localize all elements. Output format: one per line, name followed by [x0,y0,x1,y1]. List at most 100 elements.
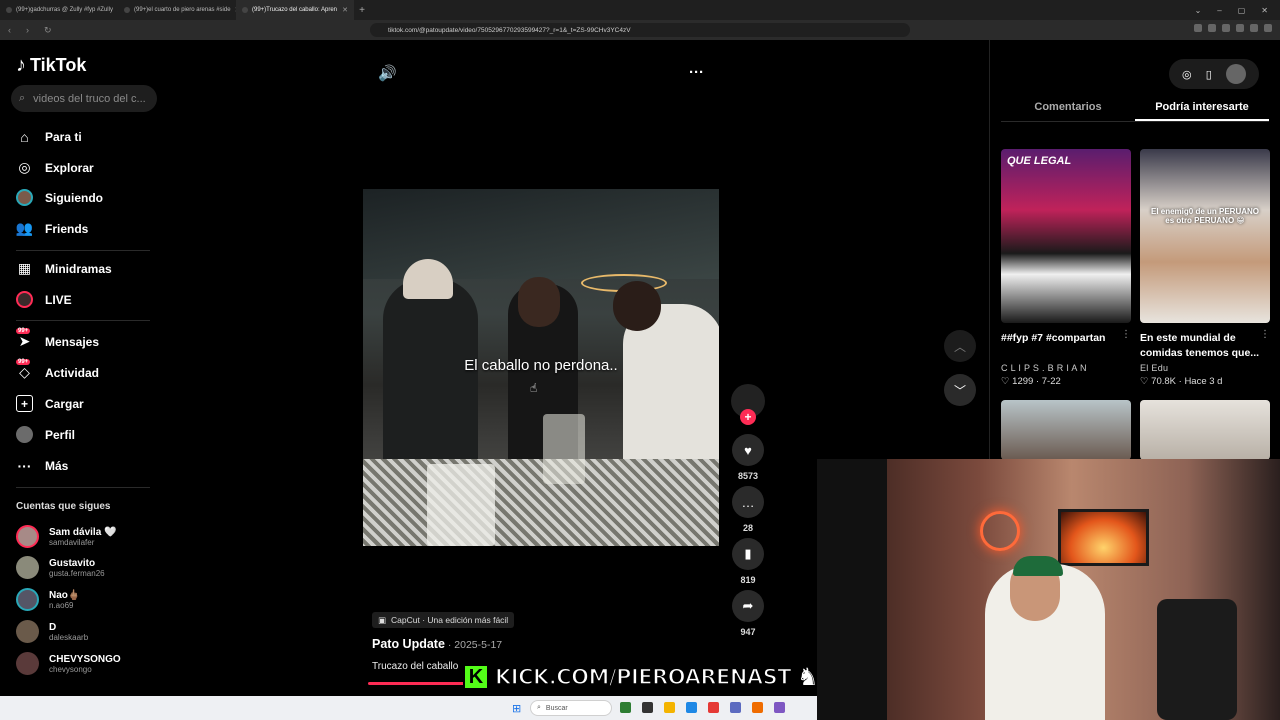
sidebar-item-actividad[interactable]: ◇ 99+ Actividad [16,359,99,381]
extension-icon[interactable] [1250,24,1258,32]
sidebar-item-para-ti[interactable]: ⌂ Para ti [16,128,81,145]
kick-logo: K [463,664,489,690]
taskbar-apps [620,702,785,713]
card-more-icon[interactable]: ⋮ [1121,329,1131,340]
taskbar-search[interactable]: ⌕ Buscar [530,700,612,716]
close-tab-icon[interactable]: ✕ [342,6,348,14]
activity-icon: ◇ 99+ [16,359,31,380]
extension-icon[interactable] [1236,24,1244,32]
comment-icon: … [741,494,755,510]
tab-label: (99+)gadchurras @ Zully #fyp #Zully [16,7,113,13]
recommended-video-card[interactable] [1140,400,1270,460]
minimize-button[interactable]: – [1217,6,1221,15]
tab-search-button[interactable]: ⌄ [1195,6,1202,15]
maximize-button[interactable]: ▢ [1238,6,1246,15]
folder-icon[interactable] [664,702,675,713]
volume-icon[interactable]: 🔊 [378,64,397,82]
following-account[interactable]: Gustavito gusta.ferman26 [16,556,105,579]
author-avatar[interactable]: + [731,384,765,425]
more-options-icon[interactable]: ··· [689,64,704,81]
next-video-button[interactable]: ﹀ [944,374,976,406]
new-tab-button[interactable]: + [354,5,370,16]
capcut-link[interactable]: ▣ CapCut · Una edición más fácil [372,612,515,628]
sidebar-item-siguiendo[interactable]: Siguiendo [16,189,103,206]
app-icon[interactable] [686,702,697,713]
tiktok-logo[interactable]: ♪ TikTok [16,54,86,77]
search-input[interactable]: ⌕ videos del truco del c... [11,85,157,112]
sidebar-item-live[interactable]: LIVE [16,291,72,308]
panel-actions: ◎ ▯ [1169,59,1259,89]
recommended-video-card[interactable] [1001,400,1131,460]
video-author[interactable]: Pato Update · 2025-5-17 [372,637,502,651]
extension-icon[interactable] [1222,24,1230,32]
avatar[interactable] [1225,64,1246,84]
follow-plus-icon[interactable]: + [740,409,756,425]
windows-start-icon[interactable]: ⊞ [512,702,521,715]
tab-podria-interesarte[interactable]: Podría interesarte [1135,101,1269,121]
sidebar-item-minidramas[interactable]: ▦ Minidramas [16,260,112,277]
bookmark-button[interactable]: ▮ [732,538,764,570]
following-section-title: Cuentas que sigues [16,501,111,512]
panel-tabs: Comentarios Podría interesarte [1001,101,1269,122]
video-frame-person [613,281,661,331]
like-button[interactable]: ♥ [732,434,764,466]
browser-tab-bar: (99+)gadchurras @ Zully #fyp #Zully✕ (99… [0,0,1280,20]
app-icon[interactable] [620,702,631,713]
share-icon: ➦ [742,598,754,613]
share-button[interactable]: ➦ [732,590,764,622]
browser-tab[interactable]: (99+)gadchurras @ Zully #fyp #Zully✕ [0,0,118,20]
heart-icon: ♥ [744,442,752,458]
card-more-icon[interactable]: ⋮ [1260,329,1270,340]
following-account[interactable]: CHEVYSONGO chevysongo [16,652,121,675]
following-account[interactable]: Sam dávila 🤍 samdavilafer [16,525,116,548]
live-icon [16,291,33,308]
video-caption: El caballo no perdona.. [464,357,618,374]
extension-icon[interactable] [1194,24,1202,32]
sidebar-item-explorar[interactable]: ◎ Explorar [16,159,93,176]
app-icon[interactable] [708,702,719,713]
back-icon[interactable]: ‹ [8,25,18,35]
friends-icon: 👥 [15,220,34,236]
tab-label: (99+)Trucazo del caballo: Apren [252,7,337,13]
phone-icon[interactable]: ▯ [1206,68,1212,81]
sidebar-divider [16,250,150,251]
video-frame-glass [543,414,585,484]
following-account[interactable]: Nao🖕🏽 n.ao69 [16,588,80,611]
following-account[interactable]: Ddaleskaarb [16,620,88,643]
close-window-button[interactable]: ✕ [1261,6,1268,15]
sidebar-item-friends[interactable]: 👥 Friends [15,220,89,237]
more-icon: ··· [17,457,32,474]
sidebar-item-cargar[interactable]: + Cargar [16,395,84,412]
tab-label: (99+)el cuarto de piero arenas #side [134,7,231,13]
recommended-video-card[interactable]: QUE LEGAL ##fyp #7 #compartan ⋮ C L I P … [1001,149,1131,387]
extension-icon[interactable] [1208,24,1216,32]
extension-icon[interactable] [1264,24,1272,32]
video-thumbnail [1140,400,1270,460]
forward-icon[interactable]: › [26,25,36,35]
messages-icon: ➤ 99+ [16,328,31,349]
sidebar-item-mas[interactable]: ··· Más [16,457,69,474]
compass-icon[interactable]: ◎ [1182,68,1192,81]
heart-outline-icon: ♡ [1001,376,1013,387]
author-name: Pato Update [372,637,445,651]
url-field[interactable]: tiktok.com/@patoupdate/video/75052967702… [370,23,910,37]
app-icon[interactable] [730,702,741,713]
sidebar-item-perfil[interactable]: Perfil [16,426,75,443]
address-bar: ‹ › ↻ tiktok.com/@patoupdate/video/75052… [0,20,1280,40]
home-icon: ⌂ [20,128,29,145]
video-progress-bar[interactable] [368,682,468,685]
browser-tab[interactable]: (99+)el cuarto de piero arenas #side✕ [118,0,236,20]
comment-button[interactable]: … [732,486,764,518]
browser-icon[interactable] [752,702,763,713]
app-icon[interactable] [642,702,653,713]
sidebar-divider [16,487,150,488]
tab-comentarios[interactable]: Comentarios [1001,101,1135,121]
recommended-video-card[interactable]: El enemig0 de un PERUANO es otro PERUANO… [1140,149,1270,387]
browser-tab-active[interactable]: (99+)Trucazo del caballo: Apren ✕ [236,0,354,20]
reload-icon[interactable]: ↻ [44,25,54,36]
thumbnail-text: El enemig0 de un PERUANO es otro PERUANO… [1150,207,1260,225]
video-player[interactable]: El caballo no perdona.. [363,189,719,546]
previous-video-button[interactable]: ︿ [944,330,976,362]
sidebar-item-mensajes[interactable]: ➤ 99+ Mensajes [16,328,99,350]
app-icon[interactable] [774,702,785,713]
